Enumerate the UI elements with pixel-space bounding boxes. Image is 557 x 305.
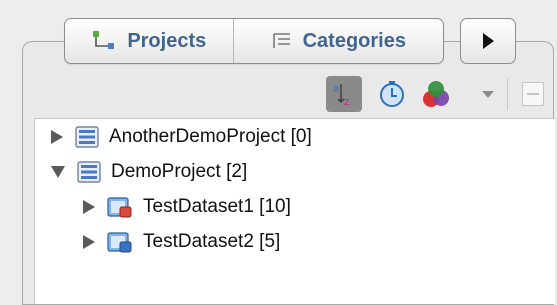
filter-colors-icon bbox=[423, 81, 449, 107]
play-right-icon bbox=[483, 33, 494, 49]
toolbar-divider bbox=[507, 78, 508, 110]
dataset-icon bbox=[107, 197, 132, 218]
tree-item-label: TestDataset1 [10] bbox=[143, 196, 291, 217]
tree-item-label: TestDataset2 [5] bbox=[143, 231, 281, 252]
svg-text:z: z bbox=[344, 96, 350, 108]
timer-icon bbox=[380, 81, 404, 107]
expand-arrow-icon[interactable] bbox=[83, 200, 95, 214]
tree-item-label: AnotherDemoProject [0] bbox=[109, 126, 312, 147]
sort-az-icon: a z bbox=[333, 83, 350, 108]
collapse-arrow-icon[interactable] bbox=[51, 166, 65, 178]
tree-item-label: DemoProject [2] bbox=[111, 161, 248, 182]
timer-button[interactable] bbox=[374, 76, 410, 112]
expand-arrow-icon[interactable] bbox=[51, 130, 63, 144]
sort-button[interactable]: a z bbox=[326, 76, 362, 112]
filter-button[interactable] bbox=[418, 76, 454, 112]
tab-categories-label: Categories bbox=[302, 29, 406, 52]
toolbar-dropdown-button[interactable] bbox=[470, 76, 506, 112]
tree-row-anotherdemoproject[interactable]: AnotherDemoProject [0] bbox=[51, 121, 312, 153]
categories-list-icon bbox=[272, 33, 290, 48]
expand-arrow-icon[interactable] bbox=[83, 235, 95, 249]
dropdown-arrow-icon bbox=[482, 91, 494, 98]
tree-row-testdataset2[interactable]: TestDataset2 [5] bbox=[83, 226, 280, 258]
collapse-icon[interactable] bbox=[522, 82, 544, 106]
tree-row-demoproject[interactable]: DemoProject [2] bbox=[51, 156, 247, 188]
tree-row-testdataset1[interactable]: TestDataset1 [10] bbox=[83, 191, 291, 223]
project-tree: AnotherDemoProject [0] DemoProject [2] T… bbox=[34, 118, 555, 304]
tab-projects[interactable]: Projects bbox=[65, 19, 233, 63]
svg-text:a: a bbox=[333, 83, 340, 95]
project-icon bbox=[77, 161, 101, 183]
tab-bar: Projects Categories bbox=[64, 18, 444, 64]
project-tree-icon bbox=[93, 31, 115, 49]
dataset-icon bbox=[107, 232, 132, 253]
tab-projects-label: Projects bbox=[127, 29, 207, 52]
tab-categories[interactable]: Categories bbox=[232, 19, 443, 63]
project-icon bbox=[75, 126, 99, 148]
more-tabs-button[interactable] bbox=[460, 18, 516, 64]
